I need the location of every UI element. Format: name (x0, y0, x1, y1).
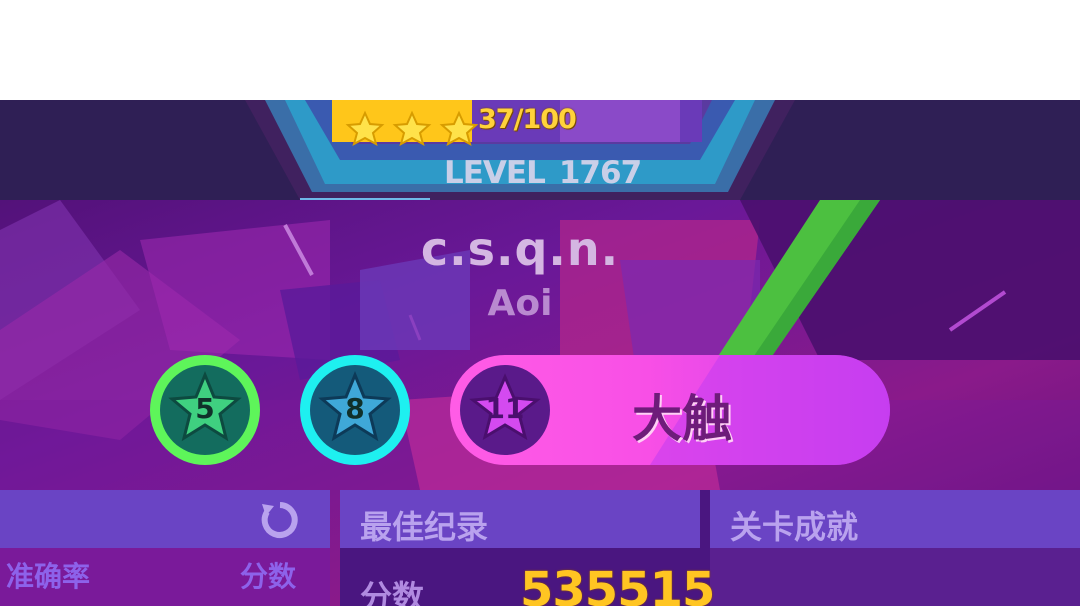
player-name: c.s.q.n. (420, 222, 620, 276)
badge-green-star[interactable]: 5 (150, 355, 260, 465)
badge-cyan-star[interactable]: 8 (300, 355, 410, 465)
badge-cyan-count: 8 (345, 392, 365, 425)
badge-green-count: 5 (195, 392, 215, 425)
accuracy-label: 准确率 (6, 560, 91, 593)
rank-pill[interactable]: 11 大触 (450, 355, 890, 465)
game-screen: 37/100 LEVEL 1767 c.s.q.n. Aoi 5 8 11 大触 (0, 100, 1080, 606)
panel-left-header (0, 490, 330, 548)
refresh-icon[interactable] (260, 500, 300, 540)
score-column-label: 分数 (240, 560, 297, 593)
best-score-label: 分数 (360, 578, 425, 606)
best-record-title: 最佳纪录 (360, 508, 489, 546)
panel-achievements: 关卡成就 (710, 490, 1080, 548)
panel-best-record: 最佳纪录 (340, 490, 700, 548)
level-prefix: LEVEL (444, 155, 546, 191)
level-label: LEVEL 1767 (444, 155, 644, 191)
achievements-title: 关卡成就 (730, 508, 859, 546)
level-number: 1767 (558, 155, 642, 191)
badge-pink-count: 11 (485, 392, 525, 425)
stars-progress-label: 37/100 (478, 104, 577, 135)
rank-label: 大触 (632, 390, 732, 448)
best-score-value: 535515 (520, 562, 715, 606)
player-title: Aoi (487, 283, 553, 324)
